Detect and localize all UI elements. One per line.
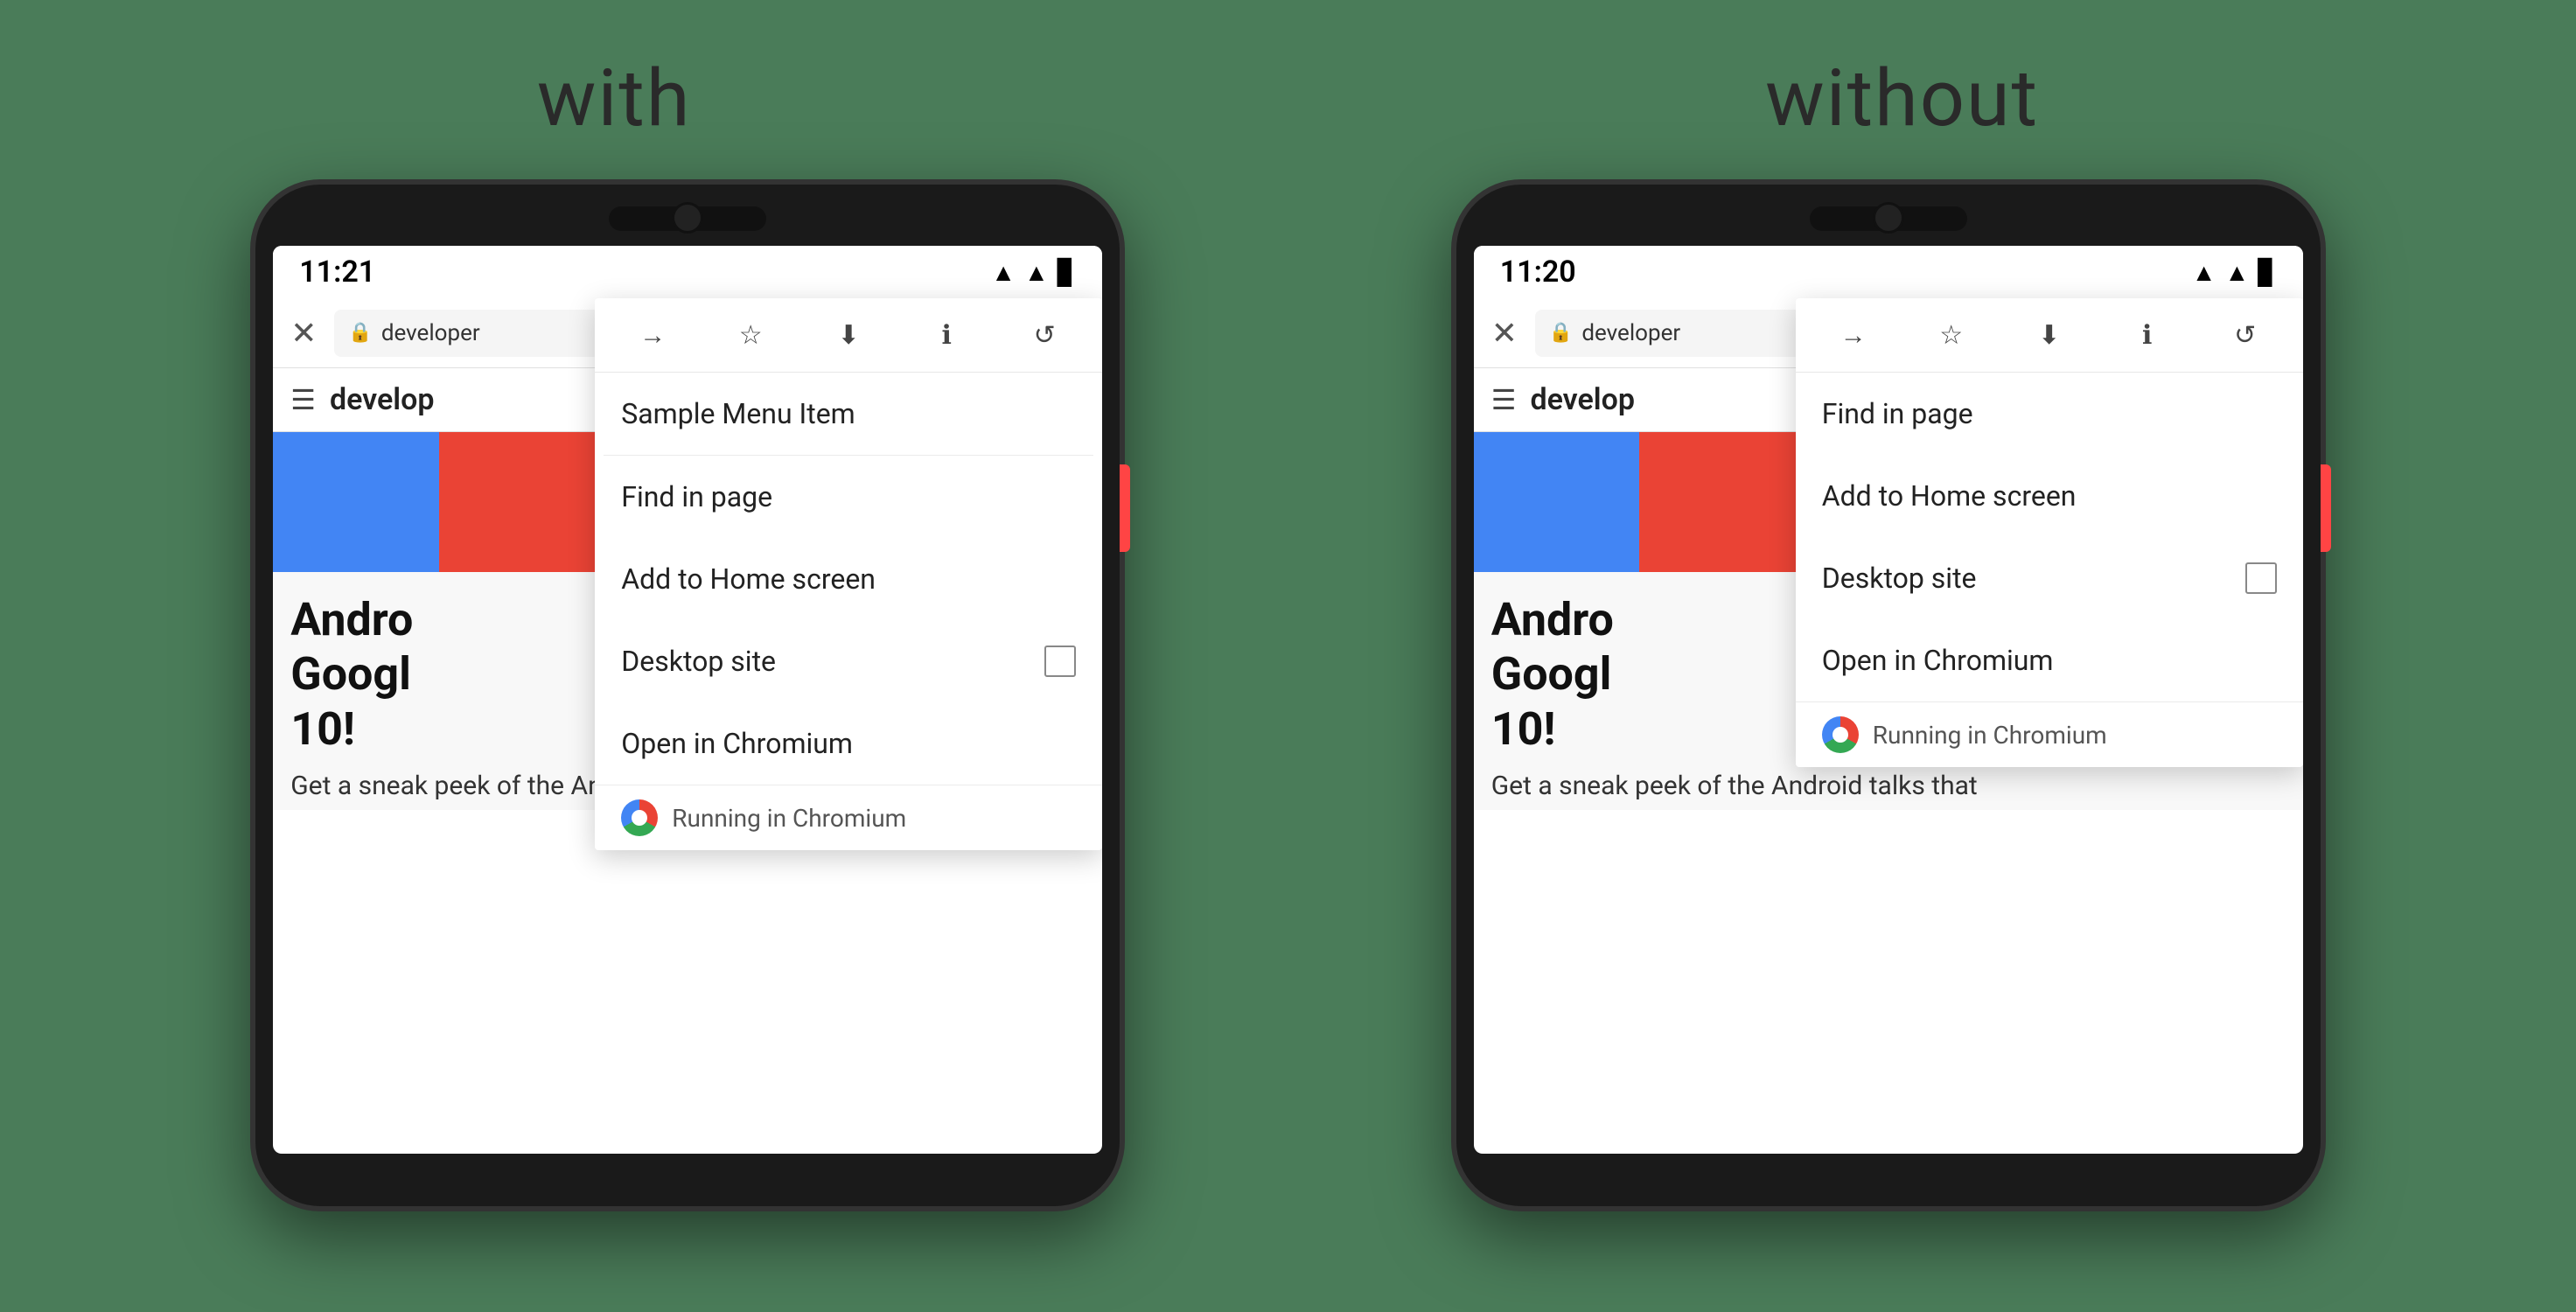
right-add-to-home[interactable]: Add to Home screen <box>1796 455 2303 537</box>
left-lock-icon: 🔒 <box>348 322 372 344</box>
right-dropdown-icons-row: → ☆ ⬇ ℹ ↺ <box>1796 298 2303 373</box>
right-color-bar-red <box>1639 432 1805 572</box>
left-phone-screen: 11:21 ▲ ▲ ▊ ✕ 🔒 developer <box>273 246 1102 1154</box>
left-dd-forward-icon[interactable]: → <box>618 309 688 361</box>
right-dd-star-icon[interactable]: ☆ <box>1916 309 1986 361</box>
left-hamburger-icon[interactable]: ☰ <box>290 383 316 416</box>
left-status-icons: ▲ ▲ ▊ <box>991 258 1076 287</box>
right-page-subtext: Get a sneak peek of the Android talks th… <box>1491 771 2286 801</box>
wifi-icon: ▲ <box>991 258 1016 287</box>
right-status-icons: ▲ ▲ ▊ <box>2192 258 2277 287</box>
left-phone: 11:21 ▲ ▲ ▊ ✕ 🔒 developer <box>206 179 1169 1211</box>
right-open-in-chromium[interactable]: Open in Chromium <box>1796 619 2303 701</box>
color-bar-red <box>439 432 605 572</box>
right-phone: 11:20 ▲ ▲ ▊ ✕ 🔒 developer <box>1407 179 2370 1211</box>
left-chromium-icon <box>621 799 658 836</box>
right-chromium-icon <box>1822 716 1859 753</box>
right-dropdown-footer: Running in Chromium <box>1796 701 2303 767</box>
right-status-bar: 11:20 ▲ ▲ ▊ <box>1474 246 2303 298</box>
left-desktop-checkbox[interactable] <box>1044 646 1076 677</box>
right-hamburger-icon[interactable]: ☰ <box>1491 383 1517 416</box>
left-status-bar: 11:21 ▲ ▲ ▊ <box>273 246 1102 298</box>
signal-icon: ▲ <box>1024 258 1049 287</box>
left-dropdown-icons-row: → ☆ ⬇ ℹ ↺ <box>595 298 1102 373</box>
color-bar-blue <box>273 432 439 572</box>
right-close-button[interactable]: ✕ <box>1491 315 1518 352</box>
right-running-text: Running in Chromium <box>1873 721 2107 750</box>
right-signal-icon: ▲ <box>2224 258 2249 287</box>
left-dd-download-icon[interactable]: ⬇ <box>813 309 883 361</box>
left-status-time: 11:21 <box>299 255 375 290</box>
left-dd-refresh-icon[interactable]: ↺ <box>1009 309 1079 361</box>
left-dd-star-icon[interactable]: ☆ <box>716 309 785 361</box>
left-label: with <box>537 52 692 144</box>
phones-row: 11:21 ▲ ▲ ▊ ✕ 🔒 developer <box>0 179 2576 1211</box>
left-site-title: develop <box>330 382 435 417</box>
right-desktop-checkbox[interactable] <box>2245 562 2277 594</box>
right-battery-icon: ▊ <box>2258 258 2277 287</box>
right-dd-download-icon[interactable]: ⬇ <box>2014 309 2084 361</box>
right-dropdown-menu: → ☆ ⬇ ℹ ↺ Find in page Add to Home scree… <box>1796 298 2303 767</box>
right-camera <box>1873 202 1904 234</box>
left-desktop-site[interactable]: Desktop site <box>595 620 1102 702</box>
labels-row: with without <box>0 0 2576 179</box>
left-add-to-home[interactable]: Add to Home screen <box>595 538 1102 620</box>
right-lock-icon: 🔒 <box>1549 322 1573 344</box>
left-open-in-chromium[interactable]: Open in Chromium <box>595 702 1102 785</box>
right-wifi-icon: ▲ <box>2192 258 2216 287</box>
right-desktop-site[interactable]: Desktop site <box>1796 537 2303 619</box>
right-dd-refresh-icon[interactable]: ↺ <box>2210 309 2280 361</box>
right-side-button <box>2321 464 2331 552</box>
right-color-bar-blue <box>1474 432 1640 572</box>
right-url-text: developer <box>1581 320 1680 346</box>
left-close-button[interactable]: ✕ <box>290 315 317 352</box>
left-side-button <box>1120 464 1130 552</box>
right-find-in-page[interactable]: Find in page <box>1796 373 2303 455</box>
right-phone-frame: 11:20 ▲ ▲ ▊ ✕ 🔒 developer <box>1451 179 2326 1211</box>
left-url-text: developer <box>381 320 480 346</box>
left-find-in-page[interactable]: Find in page <box>595 456 1102 538</box>
left-sample-menu-item[interactable]: Sample Menu Item <box>595 373 1102 455</box>
left-camera <box>672 202 703 234</box>
right-dd-forward-icon[interactable]: → <box>1819 309 1888 361</box>
left-running-text: Running in Chromium <box>672 804 906 833</box>
right-dd-info-icon[interactable]: ℹ <box>2112 309 2182 361</box>
right-site-title: develop <box>1530 382 1635 417</box>
right-phone-screen: 11:20 ▲ ▲ ▊ ✕ 🔒 developer <box>1474 246 2303 1154</box>
right-label: without <box>1765 52 2039 144</box>
battery-icon: ▊ <box>1058 258 1077 287</box>
left-dropdown-menu: → ☆ ⬇ ℹ ↺ Sample Menu Item Find in page <box>595 298 1102 850</box>
left-dd-info-icon[interactable]: ℹ <box>911 309 981 361</box>
left-dropdown-footer: Running in Chromium <box>595 785 1102 850</box>
right-status-time: 11:20 <box>1500 255 1576 290</box>
left-phone-frame: 11:21 ▲ ▲ ▊ ✕ 🔒 developer <box>250 179 1125 1211</box>
